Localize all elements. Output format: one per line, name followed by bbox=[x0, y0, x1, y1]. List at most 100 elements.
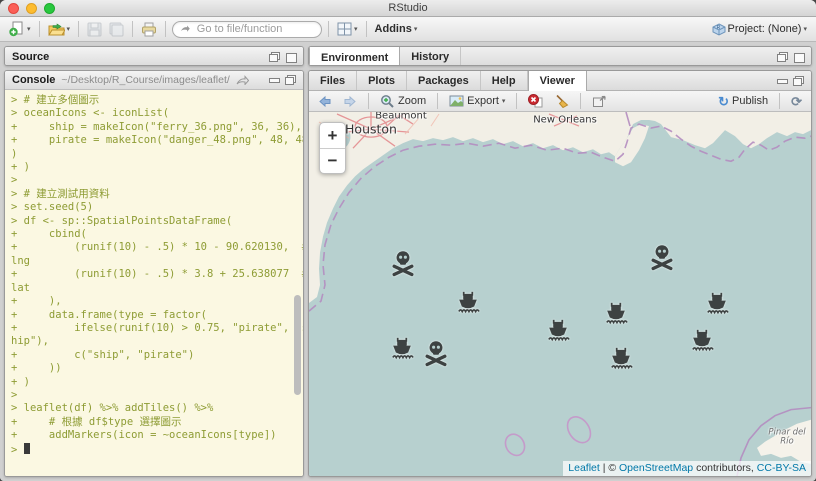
source-pane-header[interactable]: Source bbox=[5, 47, 303, 66]
export-button-label: Export bbox=[467, 95, 499, 107]
environment-restore-button[interactable] bbox=[777, 52, 788, 62]
source-restore-button[interactable] bbox=[269, 52, 280, 62]
new-window-icon bbox=[592, 95, 607, 108]
save-all-button[interactable] bbox=[107, 21, 126, 38]
back-arrow-icon bbox=[318, 95, 332, 108]
goto-file-input[interactable] bbox=[195, 22, 314, 36]
map-zoom-out-button[interactable]: − bbox=[320, 148, 345, 173]
environment-tab-row: Environment History bbox=[309, 47, 811, 66]
project-label: Project: (None) bbox=[728, 23, 802, 35]
export-image-icon bbox=[449, 95, 464, 107]
print-icon bbox=[141, 22, 157, 37]
tab-history[interactable]: History bbox=[400, 47, 461, 66]
left-column: Source Console ~/Desktop/R_Course/images… bbox=[4, 46, 304, 477]
console-scrollbar[interactable] bbox=[294, 295, 301, 395]
rstudio-window: RStudio ▾ ▾ bbox=[0, 0, 816, 481]
panes-dropdown[interactable]: ▾ bbox=[354, 26, 358, 33]
new-file-button[interactable]: ▾ bbox=[7, 20, 33, 38]
ship-marker[interactable] bbox=[391, 337, 414, 360]
workspace-panes-button[interactable]: ▾ bbox=[335, 21, 360, 37]
magnifier-icon bbox=[380, 94, 395, 108]
tab-viewer[interactable]: Viewer bbox=[528, 71, 587, 91]
publish-icon: ↻ bbox=[718, 95, 729, 108]
addins-menu[interactable]: Addins ▾ bbox=[373, 22, 420, 36]
new-file-icon bbox=[9, 21, 25, 37]
pirate-marker[interactable] bbox=[390, 250, 417, 277]
viewer-tab-row: Files Plots Packages Help Viewer bbox=[309, 71, 811, 91]
open-file-dropdown[interactable]: ▾ bbox=[67, 26, 71, 33]
tab-environment[interactable]: Environment bbox=[309, 47, 400, 66]
ship-marker[interactable] bbox=[457, 291, 480, 314]
goto-directory-icon[interactable] bbox=[236, 75, 249, 85]
project-menu[interactable]: R Project: (None) ▾ bbox=[710, 22, 810, 37]
source-pane: Source bbox=[4, 46, 304, 66]
close-window-button[interactable] bbox=[8, 3, 19, 14]
zoom-button[interactable]: Zoom bbox=[377, 93, 429, 109]
ship-marker[interactable] bbox=[605, 302, 628, 325]
leaflet-map[interactable]: Houston Beaumont New Orleans Pinar del R… bbox=[309, 112, 811, 476]
tab-plots[interactable]: Plots bbox=[357, 71, 407, 90]
attribution-separator: | © bbox=[600, 462, 619, 474]
refresh-button[interactable]: ⟳ bbox=[788, 94, 805, 109]
traffic-lights bbox=[8, 3, 55, 14]
window-title: RStudio bbox=[388, 2, 427, 14]
refresh-icon: ⟳ bbox=[791, 95, 802, 108]
right-column: Environment History Files Plots Packages… bbox=[308, 46, 812, 477]
clear-viewer-button[interactable] bbox=[525, 93, 546, 109]
license-link[interactable]: CC-BY-SA bbox=[757, 462, 806, 474]
save-icon bbox=[87, 22, 102, 37]
svg-text:R: R bbox=[716, 25, 720, 31]
main-toolbar: ▾ ▾ bbox=[0, 17, 816, 42]
open-file-button[interactable]: ▾ bbox=[46, 21, 73, 38]
console-working-directory: ~/Desktop/R_Course/images/leaflet/ bbox=[61, 74, 229, 86]
workbench: Source Console ~/Desktop/R_Course/images… bbox=[0, 42, 816, 481]
map-zoom-in-button[interactable]: + bbox=[320, 123, 345, 148]
tab-files[interactable]: Files bbox=[309, 71, 357, 90]
environment-maximize-button[interactable] bbox=[793, 52, 804, 62]
console-pane: Console ~/Desktop/R_Course/images/leafle… bbox=[4, 70, 304, 477]
ship-marker[interactable] bbox=[547, 319, 570, 342]
forward-button[interactable] bbox=[340, 94, 360, 109]
export-button[interactable]: Export ▾ bbox=[446, 94, 508, 108]
source-maximize-button[interactable] bbox=[285, 52, 296, 62]
title-bar: RStudio bbox=[0, 0, 816, 17]
pirate-marker[interactable] bbox=[423, 340, 450, 367]
console-pane-header[interactable]: Console ~/Desktop/R_Course/images/leafle… bbox=[5, 71, 303, 90]
pirate-marker[interactable] bbox=[649, 244, 676, 271]
map-tiles bbox=[309, 112, 811, 476]
environment-pane: Environment History bbox=[308, 46, 812, 66]
clear-red-icon bbox=[528, 94, 543, 108]
map-zoom-control: + − bbox=[319, 122, 346, 174]
tab-packages[interactable]: Packages bbox=[407, 71, 481, 90]
viewer-minimize-button[interactable] bbox=[777, 76, 788, 86]
console-output[interactable]: > # 建立多個圖示 > oceanIcons <- iconList( + s… bbox=[5, 90, 303, 476]
publish-button-label: Publish bbox=[732, 95, 768, 107]
osm-link[interactable]: OpenStreetMap bbox=[619, 462, 693, 474]
ship-marker[interactable] bbox=[706, 292, 729, 315]
ship-marker[interactable] bbox=[691, 329, 714, 352]
project-cube-icon: R bbox=[712, 23, 726, 36]
map-attribution: Leaflet | © OpenStreetMap contributors, … bbox=[563, 461, 811, 476]
ship-marker[interactable] bbox=[610, 347, 633, 370]
broom-icon bbox=[554, 94, 569, 108]
console-restore-button[interactable] bbox=[285, 75, 296, 85]
save-all-icon bbox=[109, 22, 124, 37]
console-text: > # 建立多個圖示 > oceanIcons <- iconList( + s… bbox=[5, 90, 303, 461]
open-folder-icon bbox=[48, 22, 65, 37]
save-button[interactable] bbox=[85, 21, 104, 38]
console-minimize-button[interactable] bbox=[269, 75, 280, 85]
zoom-button-label: Zoom bbox=[398, 95, 426, 107]
publish-button[interactable]: ↻ Publish bbox=[715, 94, 771, 109]
minimize-window-button[interactable] bbox=[26, 3, 37, 14]
back-button[interactable] bbox=[315, 94, 335, 109]
tab-help[interactable]: Help bbox=[481, 71, 528, 90]
open-in-new-window-button[interactable] bbox=[589, 94, 610, 109]
viewer-restore-button[interactable] bbox=[793, 76, 804, 86]
clean-all-button[interactable] bbox=[551, 93, 572, 109]
source-pane-title: Source bbox=[12, 51, 49, 63]
print-button[interactable] bbox=[139, 21, 159, 38]
leaflet-link[interactable]: Leaflet bbox=[568, 462, 600, 474]
zoom-window-button[interactable] bbox=[44, 3, 55, 14]
goto-file-search[interactable] bbox=[172, 21, 322, 38]
new-file-dropdown[interactable]: ▾ bbox=[27, 26, 31, 33]
